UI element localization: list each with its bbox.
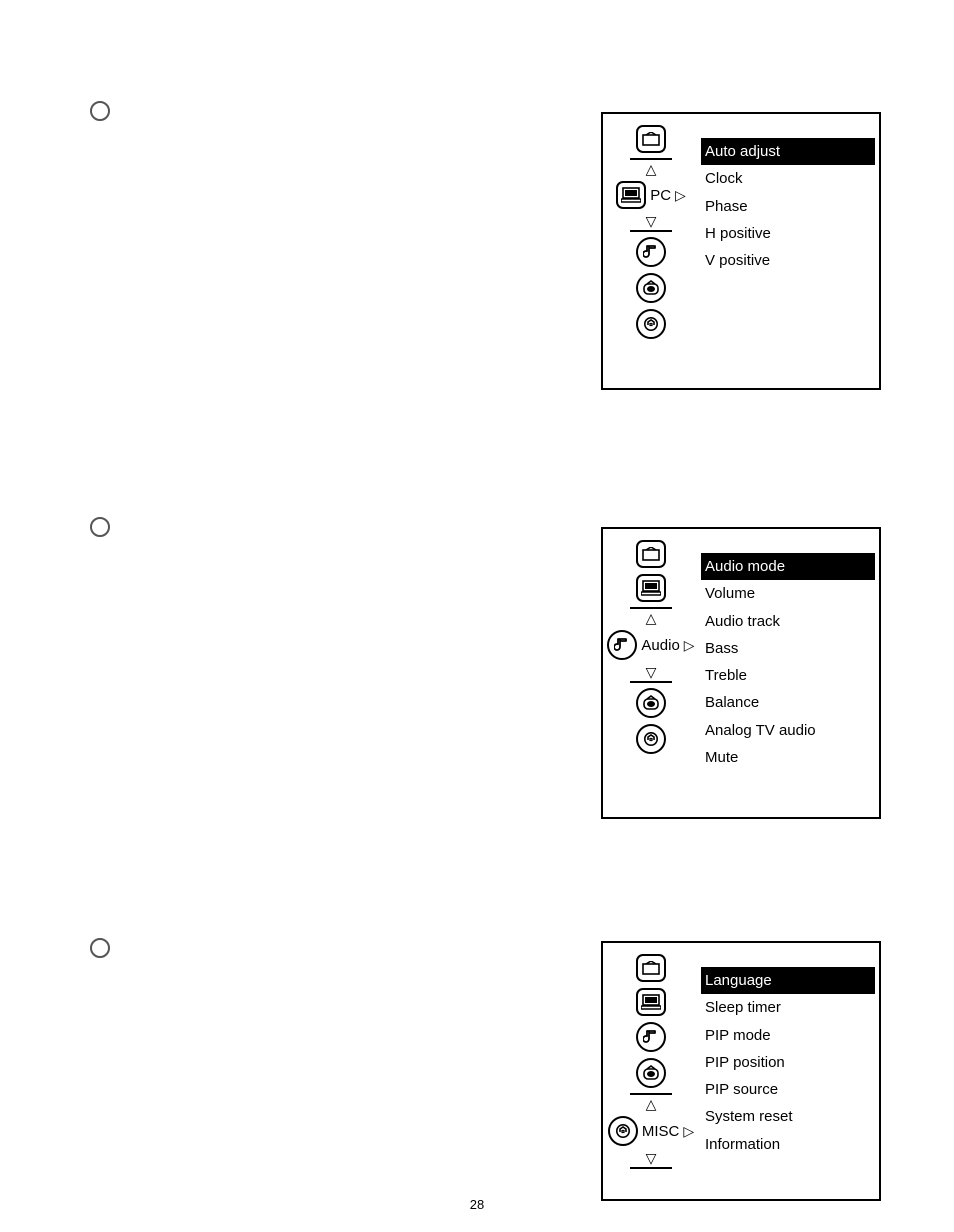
tv-icon[interactable] (636, 273, 666, 303)
caret-right-icon: ▷ (684, 638, 695, 652)
divider (630, 1093, 672, 1095)
pc-icon[interactable] (636, 988, 666, 1016)
misc-icon[interactable] (636, 724, 666, 754)
osd-submenu-item[interactable]: Information (701, 1131, 875, 1158)
page-number: 28 (0, 1197, 954, 1212)
osd-submenu-item[interactable]: Phase (701, 193, 875, 220)
caret-down-icon: ▽ (646, 214, 657, 228)
caret-right-icon: ▷ (683, 1124, 694, 1138)
picture-icon[interactable] (636, 125, 666, 153)
pc-icon[interactable] (636, 574, 666, 602)
osd-submenu-list: Auto adjustClockPhaseH positiveV positiv… (699, 114, 879, 388)
misc-icon (608, 1116, 638, 1146)
osd-submenu-item[interactable]: V positive (701, 247, 875, 274)
divider (630, 158, 672, 160)
osd-submenu-item[interactable]: Analog TV audio (701, 717, 875, 744)
osd-submenu-item[interactable]: Clock (701, 165, 875, 192)
caret-up-icon: △ (646, 162, 657, 176)
osd-menu-audio: △ Audio ▷ ▽ Audio modeVolumeAudio trackBassT… (601, 527, 881, 819)
osd-submenu-item[interactable]: System reset (701, 1103, 875, 1130)
selected-category-row[interactable]: PC ▷ (616, 178, 686, 212)
picture-icon[interactable] (636, 954, 666, 982)
selected-category-label: Audio (641, 637, 679, 654)
osd-submenu-item[interactable]: PIP source (701, 1076, 875, 1103)
osd-menu-misc: △ MISC▷ ▽ LanguageSleep timerPIP modePIP po… (601, 941, 881, 1201)
caret-down-icon: ▽ (646, 1151, 657, 1165)
osd-submenu-item[interactable]: Audio mode (701, 553, 875, 580)
divider (630, 230, 672, 232)
divider (630, 681, 672, 683)
audio-icon[interactable] (636, 1022, 666, 1052)
osd-submenu-list: LanguageSleep timerPIP modePIP positionP… (699, 943, 879, 1199)
osd-submenu-item[interactable]: PIP mode (701, 1022, 875, 1049)
osd-icon-column: △ PC ▷ ▽ (603, 114, 699, 388)
caret-right-icon: ▷ (675, 188, 686, 202)
caret-up-icon: △ (646, 611, 657, 625)
osd-submenu-item[interactable]: Balance (701, 689, 875, 716)
osd-submenu-item[interactable]: PIP position (701, 1049, 875, 1076)
osd-menu-pc: △ PC ▷ ▽ Auto adjustClockPhaseH positiveV po… (601, 112, 881, 390)
pc-icon (616, 181, 646, 209)
osd-icon-column: △ Audio ▷ ▽ (603, 529, 699, 817)
osd-submenu-item[interactable]: Sleep timer (701, 994, 875, 1021)
osd-submenu-item[interactable]: Audio track (701, 608, 875, 635)
osd-submenu-item[interactable]: Bass (701, 635, 875, 662)
osd-submenu-item[interactable]: Auto adjust (701, 138, 875, 165)
misc-icon[interactable] (636, 309, 666, 339)
list-bullet (90, 938, 110, 958)
selected-category-label: PC (650, 187, 671, 204)
tv-icon[interactable] (636, 1058, 666, 1088)
audio-icon (607, 630, 637, 660)
tv-icon[interactable] (636, 688, 666, 718)
osd-submenu-list: Audio modeVolumeAudio trackBassTrebleBal… (699, 529, 879, 817)
divider (630, 607, 672, 609)
list-bullet (90, 517, 110, 537)
divider (630, 1167, 672, 1169)
picture-icon[interactable] (636, 540, 666, 568)
caret-up-icon: △ (646, 1097, 657, 1111)
selected-category-row[interactable]: Audio ▷ (607, 627, 694, 663)
selected-category-row[interactable]: MISC▷ (608, 1113, 694, 1149)
audio-icon[interactable] (636, 237, 666, 267)
osd-submenu-item[interactable]: H positive (701, 220, 875, 247)
selected-category-label: MISC (642, 1123, 680, 1140)
list-bullet (90, 101, 110, 121)
osd-submenu-item[interactable]: Mute (701, 744, 875, 771)
osd-submenu-item[interactable]: Treble (701, 662, 875, 689)
osd-submenu-item[interactable]: Language (701, 967, 875, 994)
caret-down-icon: ▽ (646, 665, 657, 679)
osd-submenu-item[interactable]: Volume (701, 580, 875, 607)
osd-icon-column: △ MISC▷ ▽ (603, 943, 699, 1199)
